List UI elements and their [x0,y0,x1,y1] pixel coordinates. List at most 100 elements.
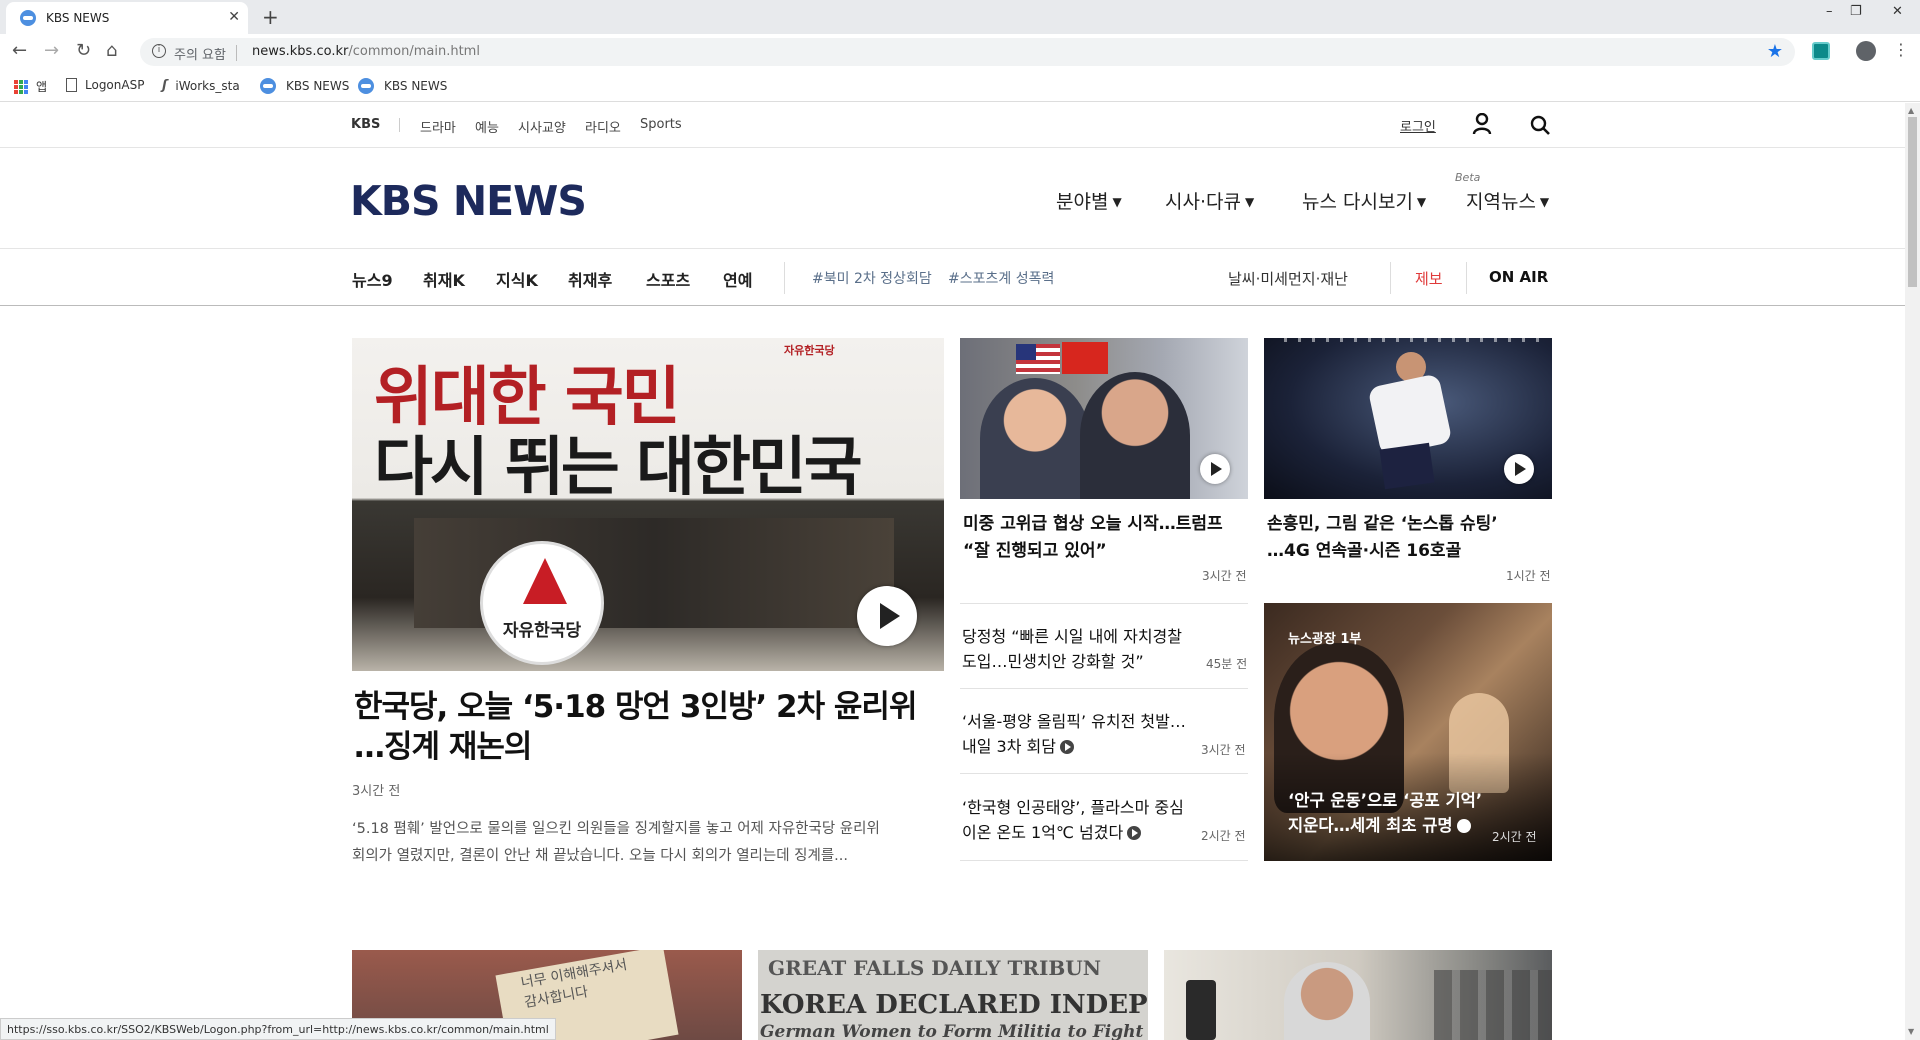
play-icon[interactable] [1200,454,1230,484]
trump-story-time: 3시간 전 [1202,569,1247,583]
bookmark-iworks[interactable]: ʃ iWorks_sta [162,78,240,93]
party-emblem: 자유한국당 [480,541,604,665]
list-item[interactable]: ‘서울-평양 올림픽’ 유치전 첫발… 내일 3차 회담 [962,709,1186,759]
feature-story-image[interactable]: 뉴스광장 1부 ‘안구 운동’으로 ‘공포 기억’ 지운다…세계 최초 규명 2… [1264,603,1552,861]
son-story-image[interactable] [1264,338,1552,499]
person-right [1080,372,1190,499]
profile-icon[interactable] [1856,41,1876,61]
menu-current-affairs[interactable]: 시사·다큐 ▼ [1165,187,1254,214]
china-flag [1062,342,1108,374]
gnb-drama[interactable]: 드라마 [420,117,456,136]
new-tab-button[interactable]: + [262,5,279,29]
trump-story-headline[interactable]: 미중 고위급 협상 오늘 시작…트럼프 “잘 진행되고 있어” [963,511,1223,565]
trump-story-image[interactable] [960,338,1248,499]
web-page: KBS 드라마 예능 시사교양 라디오 Sports 로그인 KBS NEWS … [0,103,1905,1040]
url-text[interactable]: news.kbs.co.kr/common/main.html [252,44,480,59]
subnav-chwijae-k[interactable]: 취재K [423,267,465,291]
scroll-thumb[interactable] [1908,117,1917,287]
iworks-icon: ʃ [162,78,168,93]
son-story-time: 1시간 전 [1506,569,1551,583]
back-arrow-icon[interactable]: ← [12,40,27,61]
gnb-kbs[interactable]: KBS [351,117,380,132]
kbs-favicon-icon [358,78,374,94]
bookmark-kbs-news-1[interactable]: KBS NEWS [260,78,349,94]
subnav-on-air[interactable]: ON AIR [1489,268,1548,286]
user-icon[interactable] [1472,113,1492,135]
gnb-divider [399,118,400,132]
login-link[interactable]: 로그인 [1400,116,1436,135]
gnb-sports[interactable]: Sports [640,117,682,132]
subnav-jisik-k[interactable]: 지식K [496,267,538,291]
bottom-story-image-3[interactable] [1164,950,1552,1040]
play-icon[interactable] [857,586,917,646]
minimize-button[interactable]: – [1826,4,1833,19]
play-icon[interactable] [1504,454,1534,484]
tab-strip: KBS NEWS ✕ + – ❐ ✕ [0,0,1920,34]
tab-title: KBS NEWS [46,11,110,25]
menu-news-replay[interactable]: 뉴스 다시보기 ▼ [1302,187,1426,214]
bookmark-apps[interactable]: 앱 [14,78,47,95]
home-icon[interactable]: ⌂ [106,40,117,61]
scroll-down-icon[interactable]: ▼ [1908,1027,1914,1036]
main-story-time: 3시간 전 [352,784,401,799]
party-corner-logo: 자유한국당 [784,344,835,357]
forward-arrow-icon[interactable]: → [44,40,59,61]
video-play-icon [1456,819,1471,833]
subnav-report[interactable]: 제보 [1415,268,1443,289]
apps-icon [14,79,28,94]
global-nav: KBS 드라마 예능 시사교양 라디오 Sports 로그인 [0,103,1905,148]
extension-icon[interactable] [1812,42,1830,60]
restore-button[interactable]: ❐ [1850,4,1862,19]
list-divider [960,688,1248,689]
menu-category[interactable]: 분야별 ▼ [1056,187,1122,214]
browser-tab[interactable]: KBS NEWS ✕ [6,2,248,34]
caret-down-icon: ▼ [1112,195,1122,209]
main-story-image[interactable]: 위대한 국민 다시 뛰는 대한민국 자유한국당 자유한국당 [352,338,944,671]
gnb-entertainment[interactable]: 예능 [475,117,499,136]
main-story-summary[interactable]: ‘5.18 폄훼’ 발언으로 물의를 일으킨 의원들을 징계할지를 놓고 어제 … [352,816,880,870]
newspaper-subhead: German Women to Form Militia to Fight I [760,1022,1148,1040]
bottom-story-image-2[interactable]: GREAT FALLS DAILY TRIBUN KOREA DECLARED … [758,950,1148,1040]
subnav-sports[interactable]: 스포츠 [646,267,690,291]
close-window-button[interactable]: ✕ [1892,4,1903,19]
site-header: KBS NEWS 분야별 ▼ 시사·다큐 ▼ 뉴스 다시보기 ▼ Beta 지역뉴스 ▼ [0,149,1905,249]
tab-close-icon[interactable]: ✕ [228,9,240,25]
subnav-news9[interactable]: 뉴스9 [352,267,393,291]
player-shorts [1379,442,1435,490]
list-item[interactable]: ‘한국형 인공태양’, 플라스마 중심 이온 온도 1억℃ 넘겼다 [962,795,1184,845]
scroll-up-icon[interactable]: ▲ [1908,106,1914,115]
security-warning: 주의 요함 [174,48,226,63]
tag-sports-abuse[interactable]: #스포츠계 성폭력 [948,268,1054,288]
search-icon[interactable] [1530,115,1550,135]
feature-headline: ‘안구 운동’으로 ‘공포 기억’ 지운다…세계 최초 규명 [1288,791,1483,835]
page-icon [66,78,77,92]
tag-nk-us-summit[interactable]: #북미 2차 정상회담 [812,268,932,288]
caret-down-icon: ▼ [1244,195,1255,209]
gnb-radio[interactable]: 라디오 [585,117,621,136]
caret-down-icon: ▼ [1416,195,1427,209]
newspaper-headline: KOREA DECLARED INDEPENDE [760,990,1148,1020]
reload-icon[interactable]: ↻ [76,40,91,61]
info-icon[interactable]: i [152,44,166,58]
subnav-weather[interactable]: 날씨·미세먼지·재난 [1228,268,1348,289]
bookmark-kbs-news-2[interactable]: KBS NEWS [358,78,447,94]
kbs-news-logo[interactable]: KBS NEWS [350,177,587,225]
gnb-culture[interactable]: 시사교양 [518,117,566,136]
menu-regional-news[interactable]: 지역뉴스 ▼ [1466,187,1549,214]
kebab-menu-icon[interactable]: ⋮ [1893,40,1909,59]
bookmark-logonasp[interactable]: LogonASP [66,78,144,92]
main-story-headline[interactable]: 한국당, 오늘 ‘5·18 망언 3인방’ 2차 윤리위 …징계 재논의 [354,687,917,767]
address-bar[interactable]: i 주의 요함 news.kbs.co.kr/common/main.html … [140,38,1795,66]
person-face [1284,962,1370,1040]
subnav-chwijaehu[interactable]: 취재후 [568,267,612,291]
stadium-lights [1284,338,1544,342]
list-item[interactable]: 당정청 “빠른 시일 내에 자치경찰 도입…민생치안 강화할 것” [962,624,1182,674]
omnibox-divider [236,45,237,61]
bottle-object [1186,980,1216,1040]
player-jersey [1367,373,1453,457]
bookmark-star-icon[interactable]: ★ [1767,41,1783,62]
son-story-headline[interactable]: 손흥민, 그림 같은 ‘논스톱 슈팅’ …4G 연속골·시즌 16호골 [1267,511,1498,565]
video-play-icon [1059,740,1074,754]
subnav-entertainment[interactable]: 연예 [723,267,752,291]
vertical-scrollbar[interactable]: ▲ ▼ [1905,103,1920,1040]
